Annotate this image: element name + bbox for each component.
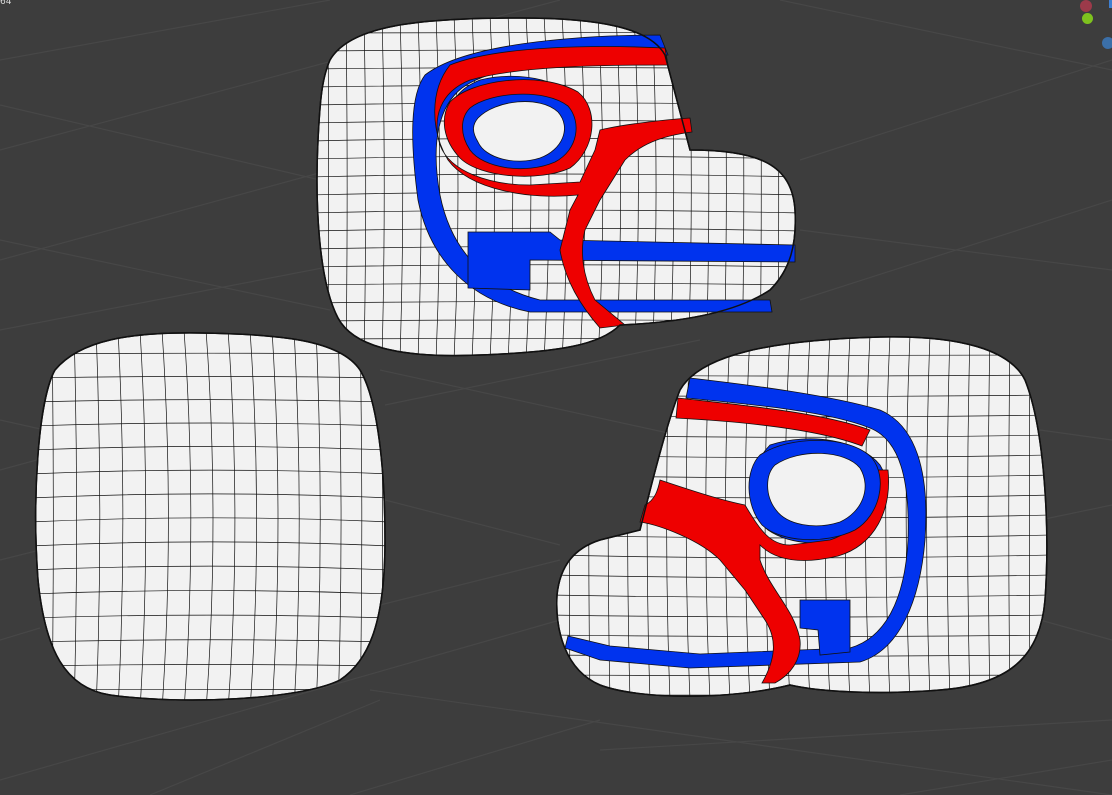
gizmo-y-axis-icon[interactable] bbox=[1082, 13, 1093, 24]
head-mesh-right[interactable] bbox=[550, 335, 1050, 700]
gizmo-x-axis-icon[interactable] bbox=[1080, 0, 1092, 12]
viewport-scene[interactable] bbox=[0, 0, 1112, 795]
head-mesh-left-block[interactable] bbox=[30, 330, 390, 710]
viewport-corner-label: 64 bbox=[0, 0, 12, 7]
gizmo-z-axis-icon[interactable] bbox=[1102, 37, 1112, 49]
navigation-gizmo[interactable] bbox=[1072, 0, 1112, 60]
3d-viewport[interactable]: 64 bbox=[0, 0, 1112, 795]
head-mesh-top[interactable] bbox=[310, 15, 800, 360]
